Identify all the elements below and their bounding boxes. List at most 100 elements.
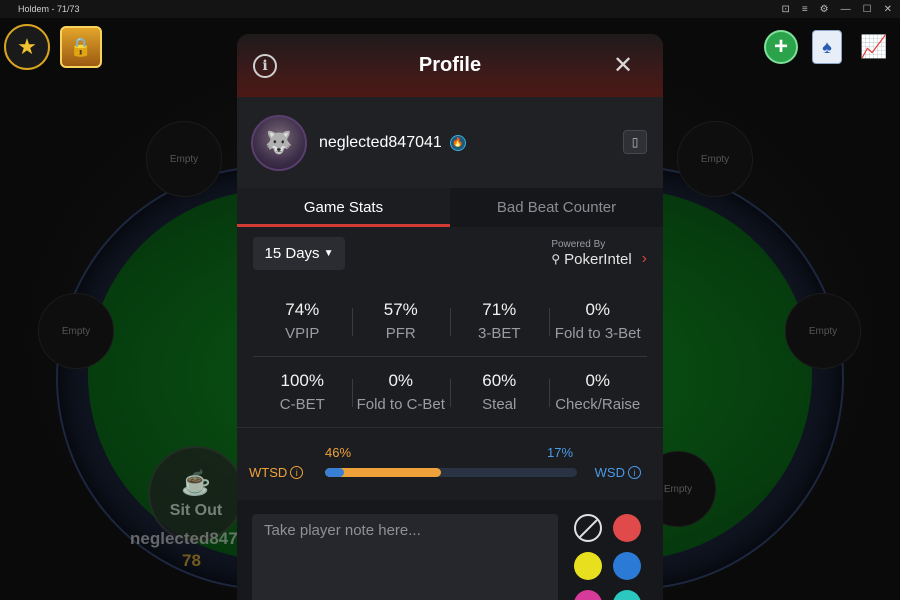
stats-body: 15 Days ▼ Powered By ⚲ PokerIntel › 74% … (237, 227, 663, 497)
minimize-icon[interactable]: — (841, 4, 851, 15)
stat-label: Fold to C-Bet (356, 396, 445, 413)
stat-value: 60% (482, 371, 517, 390)
coffee-cup-icon: ☕ (181, 469, 211, 497)
powered-by-brand: ⚲ PokerIntel › (551, 250, 647, 268)
empty-seat-label: Empty (808, 325, 838, 337)
profile-tabs: Game Stats Bad Beat Counter (237, 188, 663, 227)
powered-by[interactable]: Powered By ⚲ PokerIntel › (551, 239, 647, 268)
blue-color-swatch[interactable] (613, 552, 641, 580)
screenshot-icon[interactable]: ⊡ (781, 4, 789, 15)
player-note-input[interactable] (252, 514, 558, 600)
cards-icon[interactable]: ♠ (812, 30, 842, 64)
wsd-info-icon[interactable]: i (628, 466, 641, 479)
empty-seat[interactable]: Empty (677, 121, 753, 197)
tab-game-stats[interactable]: Game Stats (237, 188, 450, 227)
close-window-icon[interactable]: ✕ (884, 4, 892, 15)
add-chips-icon[interactable]: + (764, 30, 798, 64)
stat-value: 57% (383, 299, 418, 319)
filter-row: 15 Days ▼ Powered By ⚲ PokerIntel › (253, 237, 647, 285)
stat-label: Steal (482, 396, 517, 413)
stat-3bet: 71% 3-BET (450, 300, 549, 342)
star-rank-icon[interactable]: ★ (4, 24, 50, 70)
teal-color-swatch[interactable] (613, 590, 641, 600)
caret-down-icon: ▼ (323, 248, 334, 259)
stat-fold-to-cbet: 0% Fold to C-Bet (351, 371, 451, 413)
window-titlebar: Holdem - 71/73 ⊡ ≡ ⚙ — ☐ ✕ (0, 0, 900, 18)
no-color-swatch[interactable] (574, 514, 602, 542)
chevron-right-icon: › (641, 250, 647, 267)
hud-left: ★ 🔒 (4, 24, 102, 70)
stat-pfr: 57% PFR (351, 299, 451, 342)
empty-seat[interactable]: Empty (146, 121, 222, 197)
period-select[interactable]: 15 Days ▼ (253, 237, 345, 270)
pokerintel-logo-icon: ⚲ (551, 252, 561, 266)
stats-chart-icon[interactable]: 📈 (856, 30, 892, 64)
info-icon[interactable]: i (253, 54, 277, 78)
note-area (237, 500, 663, 600)
pink-color-swatch[interactable] (574, 590, 602, 600)
sit-out-label: Sit Out (169, 501, 223, 519)
empty-seat[interactable]: Empty (785, 293, 861, 369)
wsd-label-group[interactable]: WSD i (595, 465, 641, 480)
empty-seat[interactable]: Empty (38, 293, 114, 369)
stat-vpip: 74% VPIP (253, 300, 352, 342)
note-color-picker (574, 514, 641, 600)
stat-label: C-BET (279, 396, 325, 413)
stat-value: 0% (585, 371, 611, 390)
user-avatar[interactable]: 🐺 (251, 114, 307, 171)
wtsd-label-group[interactable]: WTSD i (249, 465, 304, 480)
stat-value: 0% (388, 371, 414, 390)
stat-check-raise: 0% Check/Raise (548, 371, 648, 413)
empty-seat-label: Empty (663, 483, 693, 495)
yellow-color-swatch[interactable] (574, 552, 602, 580)
modal-title: Profile (418, 54, 482, 76)
window-controls: ⊡ ≡ ⚙ — ☐ ✕ (781, 4, 892, 15)
stat-value: 74% (285, 299, 320, 319)
window-title: Holdem - 71/73 (18, 4, 80, 14)
fire-badge-icon: 🔥 (449, 134, 466, 151)
period-select-value: 15 Days (264, 245, 320, 262)
empty-seat-label: Empty (61, 325, 91, 337)
showdown-bar (325, 468, 577, 477)
mobile-device-icon[interactable]: ▯ (623, 130, 647, 154)
showdown-row: 46% 17% WTSD i WSD i (237, 427, 663, 497)
hud-right: + ♠ 📈 (764, 30, 892, 64)
empty-seat-label: Empty (169, 153, 199, 165)
stat-label: 3-BET (477, 324, 521, 342)
stats-row-1: 74% VPIP 57% PFR 71% 3-BET 0% Fold to 3-… (253, 285, 647, 356)
stat-value: 71% (482, 299, 517, 319)
stat-cbet: 100% C-BET (253, 371, 352, 413)
wtsd-value: 46% (325, 445, 352, 460)
username: neglected847041 (319, 133, 442, 151)
stat-label: Fold to 3-Bet (554, 324, 641, 342)
hero-stack: 78 (182, 551, 201, 570)
modal-header: i Profile ✕ (237, 34, 663, 97)
user-row: 🐺 neglected847041 🔥 ▯ (237, 97, 663, 188)
wsd-bar-fill (325, 468, 345, 477)
close-icon[interactable]: ✕ (611, 52, 635, 79)
stat-fold-to-3bet: 0% Fold to 3-Bet (548, 299, 648, 342)
maximize-icon[interactable]: ☐ (863, 4, 872, 15)
wtsd-info-icon[interactable]: i (290, 466, 304, 479)
stat-label: Check/Raise (555, 396, 641, 413)
stat-value: 0% (585, 299, 611, 319)
powered-by-label: Powered By (551, 239, 606, 250)
tab-bad-beat-counter[interactable]: Bad Beat Counter (450, 188, 663, 227)
red-color-swatch[interactable] (613, 514, 641, 542)
wsd-value: 17% (547, 445, 574, 460)
stat-value: 100% (280, 371, 324, 390)
hero-avatar: ☕ Sit Out (148, 446, 244, 542)
wsd-label: WSD (594, 465, 625, 480)
layers-icon[interactable]: ≡ (802, 4, 808, 15)
hero-name: neglected847041 (130, 529, 250, 548)
empty-seat-label: Empty (700, 153, 730, 165)
stats-row-2: 100% C-BET 0% Fold to C-Bet 60% Steal 0%… (253, 356, 647, 427)
settings-icon[interactable]: ⚙ (820, 4, 829, 15)
stat-steal: 60% Steal (450, 371, 549, 413)
profile-modal: i Profile ✕ 🐺 neglected847041 🔥 ▯ Game S… (237, 34, 663, 600)
stat-label: PFR (385, 324, 416, 342)
treasure-chest-icon[interactable]: 🔒 (60, 26, 102, 68)
stat-label: VPIP (285, 324, 320, 342)
powered-by-brand-name: PokerIntel (564, 250, 632, 268)
wtsd-label: WTSD (249, 465, 288, 480)
